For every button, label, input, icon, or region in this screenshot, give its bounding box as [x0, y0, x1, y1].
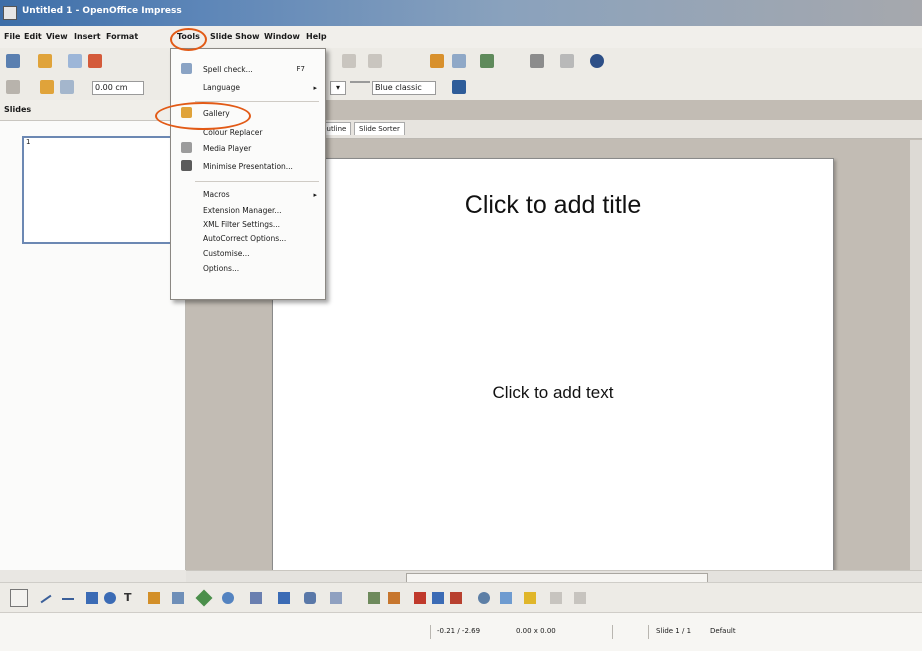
color-swatch[interactable] — [350, 81, 370, 83]
fontwork-icon[interactable] — [414, 592, 426, 604]
menu-format[interactable]: Format — [106, 32, 138, 41]
from-file-icon[interactable] — [432, 592, 444, 604]
menu-minimise-presentation[interactable]: Minimise Presentation... — [203, 162, 293, 171]
vertical-scrollbar[interactable] — [910, 140, 922, 570]
content-placeholder[interactable]: Click to add text — [273, 383, 833, 403]
glue-points-icon[interactable] — [388, 592, 400, 604]
status-separator — [648, 625, 649, 639]
line-style-icon[interactable] — [6, 80, 20, 94]
window-title: Untitled 1 - OpenOffice Impress — [22, 6, 182, 16]
save-icon[interactable] — [68, 54, 82, 68]
media-player-icon — [181, 142, 192, 153]
gallery-toolbar-icon[interactable] — [480, 54, 494, 68]
chart-icon[interactable] — [430, 54, 444, 68]
menu-extension-manager[interactable]: Extension Manager... — [203, 206, 282, 215]
arrow-tool-icon[interactable] — [62, 598, 74, 600]
line-width-field[interactable]: 0.00 cm — [92, 81, 144, 95]
align-icon[interactable] — [550, 592, 562, 604]
menu-view[interactable]: View — [46, 32, 68, 41]
help-icon[interactable] — [590, 54, 604, 68]
slide-number: 1 — [26, 138, 31, 146]
arrange-icon[interactable] — [574, 592, 586, 604]
flowchart-icon[interactable] — [278, 592, 290, 604]
rectangle-tool-icon[interactable] — [86, 592, 98, 604]
menu-file[interactable]: File — [4, 32, 20, 41]
spellcheck-icon — [181, 63, 192, 74]
curve-tool-icon[interactable] — [148, 592, 160, 604]
menu-bar: File Edit View Insert Format Tools Slide… — [0, 26, 922, 49]
menu-slide-show[interactable]: Slide Show — [210, 32, 260, 41]
zoom-icon[interactable] — [560, 54, 574, 68]
status-bar: -0.21 / -2.69 0.00 x 0.00 Slide 1 / 1 De… — [0, 612, 922, 651]
menu-insert[interactable]: Insert — [74, 32, 101, 41]
table-icon[interactable] — [452, 54, 466, 68]
block-arrows-icon[interactable] — [250, 592, 262, 604]
callouts-icon[interactable] — [304, 592, 316, 604]
status-position: -0.21 / -2.69 — [437, 627, 481, 635]
tools-annotation-circle — [170, 28, 207, 51]
open-folder-icon[interactable] — [38, 54, 52, 68]
text-tool[interactable]: T — [124, 591, 132, 604]
connector-tool-icon[interactable] — [172, 592, 184, 604]
status-separator — [430, 625, 431, 639]
minimise-icon — [181, 160, 192, 171]
slide-thumbnail[interactable] — [22, 136, 178, 244]
standard-toolbar — [0, 48, 922, 75]
menu-autocorrect-options[interactable]: AutoCorrect Options... — [203, 234, 286, 243]
shadow-icon[interactable] — [452, 80, 466, 94]
gallery-annotation-circle — [155, 102, 251, 130]
symbol-shapes-icon[interactable] — [222, 592, 234, 604]
redo-icon[interactable] — [368, 54, 382, 68]
tools-menu: Spell check... F7 Language ▸ Gallery Col… — [170, 48, 326, 300]
undo-icon[interactable] — [342, 54, 356, 68]
drawing-toolbar: T — [0, 582, 922, 613]
basic-shapes-icon[interactable] — [195, 589, 213, 607]
menu-spell-check[interactable]: Spell check... — [203, 65, 253, 74]
extrusion-icon[interactable] — [478, 592, 490, 604]
slide-canvas[interactable]: Click to add title Click to add text — [272, 158, 834, 590]
gallery-draw-icon[interactable] — [450, 592, 462, 604]
edit-file-icon[interactable] — [88, 54, 102, 68]
area-color-field[interactable]: Blue classic — [372, 81, 436, 95]
transitions-icon[interactable] — [524, 592, 536, 604]
status-slide: Slide 1 / 1 — [656, 627, 692, 635]
line-color-dropdown[interactable]: ▾ — [330, 81, 346, 95]
menu-window[interactable]: Window — [264, 32, 300, 41]
title-placeholder[interactable]: Click to add title — [273, 191, 833, 220]
title-bar: Untitled 1 - OpenOffice Impress — [0, 0, 922, 26]
status-size: 0.00 x 0.00 — [516, 627, 556, 635]
line-icon[interactable] — [60, 80, 74, 94]
menu-help[interactable]: Help — [306, 32, 327, 41]
app-icon — [3, 6, 17, 20]
tab-slide-sorter[interactable]: Slide Sorter — [354, 122, 405, 135]
ellipse-tool-icon[interactable] — [104, 592, 116, 604]
menu-xml-filter-settings[interactable]: XML Filter Settings... — [203, 220, 280, 229]
status-layout: Default — [710, 627, 736, 635]
select-icon[interactable] — [10, 589, 28, 607]
slides-pane-title: Slides — [4, 105, 32, 114]
line-filling-toolbar: 0.00 cm ▾ Blue classic — [0, 74, 922, 101]
line-tool-icon[interactable] — [40, 594, 52, 604]
navigator-icon[interactable] — [530, 54, 544, 68]
spell-check-shortcut: F7 — [296, 65, 305, 73]
menu-edit[interactable]: Edit — [24, 32, 42, 41]
menu-options[interactable]: Options... — [203, 264, 239, 273]
status-separator — [612, 625, 613, 639]
points-icon[interactable] — [368, 592, 380, 604]
menu-macros[interactable]: Macros — [203, 190, 230, 199]
menu-separator — [195, 181, 319, 182]
menu-media-player[interactable]: Media Player — [203, 144, 251, 153]
slides-pane: Slides 1 — [0, 100, 186, 570]
effects-icon[interactable] — [500, 592, 512, 604]
menu-language[interactable]: Language — [203, 83, 240, 92]
menu-customise[interactable]: Customise... — [203, 249, 250, 258]
submenu-arrow-icon: ▸ — [313, 191, 317, 199]
new-document-icon[interactable] — [6, 54, 20, 68]
submenu-arrow-icon: ▸ — [313, 84, 317, 92]
stars-icon[interactable] — [330, 592, 342, 604]
area-icon[interactable] — [40, 80, 54, 94]
